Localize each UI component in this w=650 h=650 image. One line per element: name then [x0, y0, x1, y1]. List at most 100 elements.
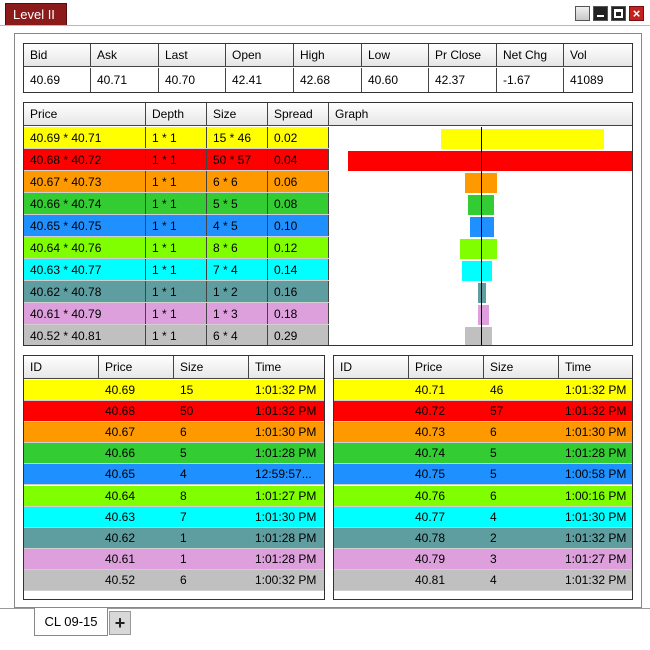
asks-cell-id — [334, 486, 409, 506]
table-row[interactable]: 40.71 46 1:01:32 PM — [334, 380, 632, 402]
bids-col-3[interactable]: Time — [249, 356, 324, 378]
bids-col-0[interactable]: ID — [24, 356, 99, 378]
table-row[interactable]: 40.78 2 1:01:32 PM — [334, 527, 632, 549]
bids-cell-id — [24, 528, 99, 548]
bids-cell-id — [24, 570, 99, 590]
summary-col-7[interactable]: Net Chg — [497, 44, 564, 66]
table-row[interactable]: 40.62 * 40.78 1 * 11 * 2 0.16 — [24, 281, 329, 303]
bids-cell-size: 15 — [180, 383, 194, 397]
asks-cell-size: 4 — [490, 509, 497, 524]
asks-cell-price: 40.75 — [415, 467, 446, 482]
depth-cell-depth: 1 * 1 — [146, 325, 207, 345]
asks-cell-time: 1:01:32 PM — [565, 530, 627, 545]
table-row[interactable]: 40.67 6 1:01:30 PM — [24, 422, 324, 444]
bids-cell-time: 1:00:32 PM — [255, 572, 317, 587]
add-tab-button[interactable]: + — [109, 611, 131, 635]
table-row[interactable]: 40.64 8 1:01:27 PM — [24, 485, 324, 507]
depth-col-3[interactable]: Spread — [268, 103, 329, 125]
depth-cell-spread: 0.16 — [268, 281, 329, 302]
depth-col-2[interactable]: Size — [207, 103, 268, 125]
bids-cell-price: 40.68 — [105, 404, 136, 419]
summary-col-6[interactable]: Pr Close — [429, 44, 497, 66]
summary-col-3[interactable]: Open — [226, 44, 294, 66]
depth-graph-bar — [478, 305, 489, 325]
asks-cell-price: 40.76 — [415, 488, 446, 503]
table-row[interactable]: 40.64 * 40.76 1 * 18 * 6 0.12 — [24, 237, 329, 259]
summary-col-2[interactable]: Last — [159, 44, 226, 66]
bids-cell-price: 40.62 — [105, 530, 136, 545]
table-row[interactable]: 40.66 5 1:01:28 PM — [24, 443, 324, 465]
table-row[interactable]: 40.75 5 1:00:58 PM — [334, 464, 632, 486]
table-row[interactable]: 40.67 * 40.73 1 * 16 * 6 0.06 — [24, 171, 329, 193]
depth-cell-size: 15 * 46 — [207, 127, 268, 148]
depth-cell-size: 7 * 4 — [207, 259, 268, 280]
depth-cell-price: 40.62 * 40.78 — [24, 281, 146, 302]
summary-col-0[interactable]: Bid — [24, 44, 91, 66]
depth-cell-size: 1 * 3 — [207, 303, 268, 324]
table-row[interactable]: 40.61 * 40.79 1 * 11 * 3 0.18 — [24, 303, 329, 325]
table-row[interactable]: 40.52 * 40.81 1 * 16 * 4 0.29 — [24, 325, 329, 345]
close-icon[interactable]: × — [629, 6, 644, 21]
depth-col-4[interactable]: Graph — [329, 103, 632, 125]
asks-cell-size: 3 — [490, 551, 497, 566]
asks-cell-id — [334, 549, 409, 569]
bids-col-1[interactable]: Price — [99, 356, 174, 378]
summary-col-4[interactable]: High — [294, 44, 362, 66]
asks-cell-size: 6 — [490, 425, 497, 440]
bids-cell-time: 12:59:57... — [255, 467, 312, 482]
quote-summary-table: Bid Ask Last Open High Low Pr Close Net Chg Vol … — [23, 43, 633, 93]
summary-col-5[interactable]: Low — [362, 44, 429, 66]
summary-value: 40.60 — [362, 68, 429, 92]
table-row[interactable]: 40.68 * 40.72 1 * 1 50 * 57 0.04 — [24, 149, 329, 171]
table-row[interactable]: 40.63 * 40.77 1 * 17 * 4 0.14 — [24, 259, 329, 281]
bids-cell-id — [24, 507, 99, 527]
asks-cell-price: 40.77 — [415, 509, 446, 524]
bids-cell-size: 6 — [180, 572, 187, 587]
table-row[interactable]: 40.65 4 12:59:57... — [24, 464, 324, 486]
summary-value: 42.41 — [226, 68, 294, 92]
table-row[interactable]: 40.74 5 1:01:28 PM — [334, 443, 632, 465]
table-row[interactable]: 40.69 * 40.71 1 * 1 15 * 46 0.02 — [24, 127, 329, 149]
asks-col-0[interactable]: ID — [334, 356, 409, 378]
restore-icon[interactable] — [575, 6, 590, 21]
depth-cell-depth: 1 * 1 — [146, 193, 207, 214]
bids-cell-price: 40.64 — [105, 488, 136, 503]
table-row[interactable]: 40.61 1 1:01:28 PM — [24, 548, 324, 570]
bids-cell-time: 1:01:32 PM — [255, 383, 317, 397]
depth-col-1[interactable]: Depth — [146, 103, 207, 125]
bids-cell-size: 1 — [180, 530, 187, 545]
summary-col-1[interactable]: Ask — [91, 44, 159, 66]
bids-col-2[interactable]: Size — [174, 356, 249, 378]
minimize-icon[interactable] — [593, 6, 608, 21]
table-row[interactable]: 40.79 3 1:01:27 PM — [334, 548, 632, 570]
asks-col-3[interactable]: Time — [559, 356, 632, 378]
table-row[interactable]: 40.81 4 1:01:32 PM — [334, 569, 632, 591]
table-row[interactable]: 40.77 4 1:01:30 PM — [334, 506, 632, 528]
depth-graph — [329, 127, 632, 345]
asks-col-2[interactable]: Size — [484, 356, 559, 378]
depth-cell-spread: 0.18 — [268, 303, 329, 324]
asks-cell-id — [334, 401, 409, 421]
depth-cell-price: 40.64 * 40.76 — [24, 237, 146, 258]
table-row[interactable]: 40.73 6 1:01:30 PM — [334, 422, 632, 444]
depth-col-0[interactable]: Price — [24, 103, 146, 125]
bids-cell-size: 6 — [180, 425, 187, 440]
depth-graph-midline — [481, 127, 482, 345]
table-row[interactable]: 40.76 6 1:00:16 PM — [334, 485, 632, 507]
asks-col-1[interactable]: Price — [409, 356, 484, 378]
table-row[interactable]: 40.62 1 1:01:28 PM — [24, 527, 324, 549]
depth-cell-spread: 0.12 — [268, 237, 329, 258]
summary-col-8[interactable]: Vol — [564, 44, 632, 66]
table-row[interactable]: 40.68 50 1:01:32 PM — [24, 401, 324, 423]
table-row[interactable]: 40.65 * 40.75 1 * 14 * 5 0.10 — [24, 215, 329, 237]
tab-symbol[interactable]: CL 09-15 — [34, 608, 108, 636]
depth-graph-bar — [441, 129, 604, 149]
asks-cell-id — [334, 464, 409, 484]
table-row[interactable]: 40.66 * 40.74 1 * 15 * 5 0.08 — [24, 193, 329, 215]
table-row[interactable]: 40.63 7 1:01:30 PM — [24, 506, 324, 528]
table-row[interactable]: 40.52 6 1:00:32 PM — [24, 569, 324, 591]
table-row[interactable]: 40.69 15 1:01:32 PM — [24, 380, 324, 402]
depth-cell-price: 40.66 * 40.74 — [24, 193, 146, 214]
table-row[interactable]: 40.72 57 1:01:32 PM — [334, 401, 632, 423]
maximize-icon[interactable] — [611, 6, 626, 21]
